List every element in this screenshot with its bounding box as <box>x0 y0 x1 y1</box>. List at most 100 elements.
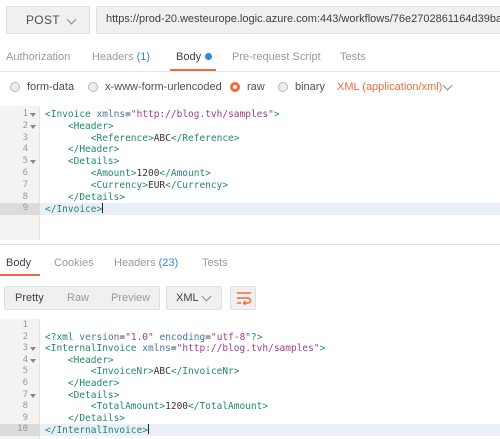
code-line: 8 </Details> <box>0 192 500 204</box>
line-number: 6 <box>22 378 28 388</box>
line-number: 4 <box>22 354 28 365</box>
radio-icon <box>10 82 20 92</box>
code-line: 7 <Details> <box>0 390 500 402</box>
response-tabs: Body Cookies Headers (23) Tests <box>0 249 500 277</box>
text-cursor <box>147 424 149 435</box>
active-response-tab-indicator <box>0 274 40 276</box>
line-number: 7 <box>22 179 28 190</box>
pretty-button[interactable]: Pretty <box>15 292 44 304</box>
line-number: 6 <box>22 168 28 178</box>
code-line: 4 <Header> <box>0 355 500 367</box>
view-mode-group: Pretty Raw Preview <box>4 286 160 310</box>
line-number: 3 <box>22 343 28 354</box>
tab-response-headers[interactable]: Headers (23) <box>114 257 178 269</box>
fold-arrow-icon[interactable] <box>30 124 36 129</box>
response-body-viewer[interactable]: 1 2 <?xml version="1.0" encoding="utf-8"?>… <box>0 319 500 439</box>
code-line: 5 <Details> <box>0 156 500 168</box>
chevron-down-icon <box>442 80 453 91</box>
code-line: 1 <Invoice xmlns="http://blog.tvh/samples… <box>0 109 500 121</box>
line-number: 8 <box>22 191 28 202</box>
code-text: <?xml version="1.0" encoding="utf-8"?> <box>45 331 263 343</box>
code-text: </Header> <box>67 378 120 389</box>
radio-raw[interactable]: raw <box>230 81 265 93</box>
tab-pre-request-script[interactable]: Pre-request Script <box>232 51 321 63</box>
code-text: <Currency>EUR</Currency> <box>90 179 229 191</box>
code-text: </InternalInvoice> <box>45 424 149 437</box>
radio-binary[interactable]: binary <box>278 81 325 93</box>
fold-arrow-icon[interactable] <box>30 160 36 165</box>
code-text: </Details> <box>67 412 126 424</box>
radio-x-www-form-urlencoded[interactable]: x-www-form-urlencoded <box>88 81 222 93</box>
tab-response-body[interactable]: Body <box>6 257 31 269</box>
response-format-select[interactable]: XML <box>166 286 222 310</box>
line-number: 2 <box>22 331 28 342</box>
tab-tests[interactable]: Tests <box>340 51 366 63</box>
body-format-select[interactable]: XML (application/xml) <box>337 80 453 93</box>
modified-dot-icon <box>205 53 213 60</box>
code-line: 2 <Header> <box>0 121 500 133</box>
code-text: <Amount>1200</Amount> <box>90 168 211 179</box>
radio-icon <box>278 82 288 92</box>
request-body-editor[interactable]: 1 <Invoice xmlns="http://blog.tvh/samples… <box>0 106 500 240</box>
tab-authorization[interactable]: Authorization <box>6 51 70 63</box>
code-line: 10 </InternalInvoice> <box>0 424 500 436</box>
line-number: 2 <box>22 120 28 131</box>
request-tabs: Authorization Headers (1) Body Pre-reque… <box>0 40 500 72</box>
method-label: POST <box>26 13 60 27</box>
code-line: 4 </Header> <box>0 144 500 156</box>
line-number: 1 <box>22 320 28 330</box>
radio-checked-icon <box>230 82 240 92</box>
code-line: 6 </Header> <box>0 378 500 390</box>
wrap-lines-button[interactable] <box>230 286 256 310</box>
body-type-options: form-data x-www-form-urlencoded raw bina… <box>0 73 500 103</box>
code-text: </Header> <box>67 144 120 156</box>
fold-arrow-icon[interactable] <box>30 393 36 398</box>
response-toolbar: Pretty Raw Preview XML <box>0 282 500 314</box>
line-number: 7 <box>22 389 28 400</box>
code-line: 9 </Invoice> <box>0 203 500 215</box>
code-text: <Header> <box>67 354 114 366</box>
raw-button[interactable]: Raw <box>67 292 89 304</box>
tab-cookies[interactable]: Cookies <box>54 257 94 269</box>
code-text: <InternalInvoice xmlns="http://blog.tvh/… <box>45 343 326 355</box>
fold-arrow-icon[interactable] <box>30 347 36 352</box>
active-tab-indicator <box>170 69 216 71</box>
chevron-down-icon <box>66 14 77 25</box>
line-number: 9 <box>22 412 28 423</box>
code-text: <Details> <box>67 389 120 401</box>
line-number: 4 <box>22 144 28 155</box>
radio-form-data[interactable]: form-data <box>10 81 74 93</box>
wrap-lines-icon <box>237 292 252 306</box>
chevron-down-icon <box>201 291 212 302</box>
radio-icon <box>88 82 98 92</box>
line-number: 3 <box>22 132 28 143</box>
code-line: 3 <Reference>ABC</Reference> <box>0 133 500 145</box>
tab-body[interactable]: Body <box>176 51 213 63</box>
code-text: </Invoice> <box>45 203 104 216</box>
headers-count: (1) <box>136 51 151 63</box>
preview-button[interactable]: Preview <box>111 292 150 304</box>
code-line: 3 <InternalInvoice xmlns="http://blog.tvh… <box>0 343 500 355</box>
code-line: 6 <Amount>1200</Amount> <box>0 168 500 180</box>
code-line: 1 <box>0 320 500 332</box>
code-text: <TotalAmount>1200</TotalAmount> <box>90 401 269 413</box>
url-input[interactable]: https://prod-20.westeurope.logic.azure.c… <box>96 6 500 34</box>
fold-arrow-icon[interactable] <box>30 358 36 363</box>
tab-headers[interactable]: Headers (1) <box>92 51 150 63</box>
line-number: 5 <box>22 366 28 377</box>
text-cursor <box>102 203 104 214</box>
code-text: </Details> <box>67 191 126 203</box>
code-line: 2 <?xml version="1.0" encoding="utf-8"?> <box>0 332 500 344</box>
code-text: <Reference>ABC</Reference> <box>90 132 240 144</box>
line-number: 9 <box>22 203 28 214</box>
code-line: 7 <Currency>EUR</Currency> <box>0 180 500 192</box>
tab-response-tests[interactable]: Tests <box>202 257 228 269</box>
fold-arrow-icon[interactable] <box>30 113 36 117</box>
request-bar: POST https://prod-20.westeurope.logic.az… <box>0 0 500 40</box>
method-select[interactable]: POST <box>6 6 90 34</box>
code-line: 9 </Details> <box>0 413 500 425</box>
code-text: <Header> <box>67 120 114 132</box>
line-number: 8 <box>22 401 28 412</box>
line-number: 1 <box>22 109 28 119</box>
line-number: 5 <box>22 156 28 167</box>
